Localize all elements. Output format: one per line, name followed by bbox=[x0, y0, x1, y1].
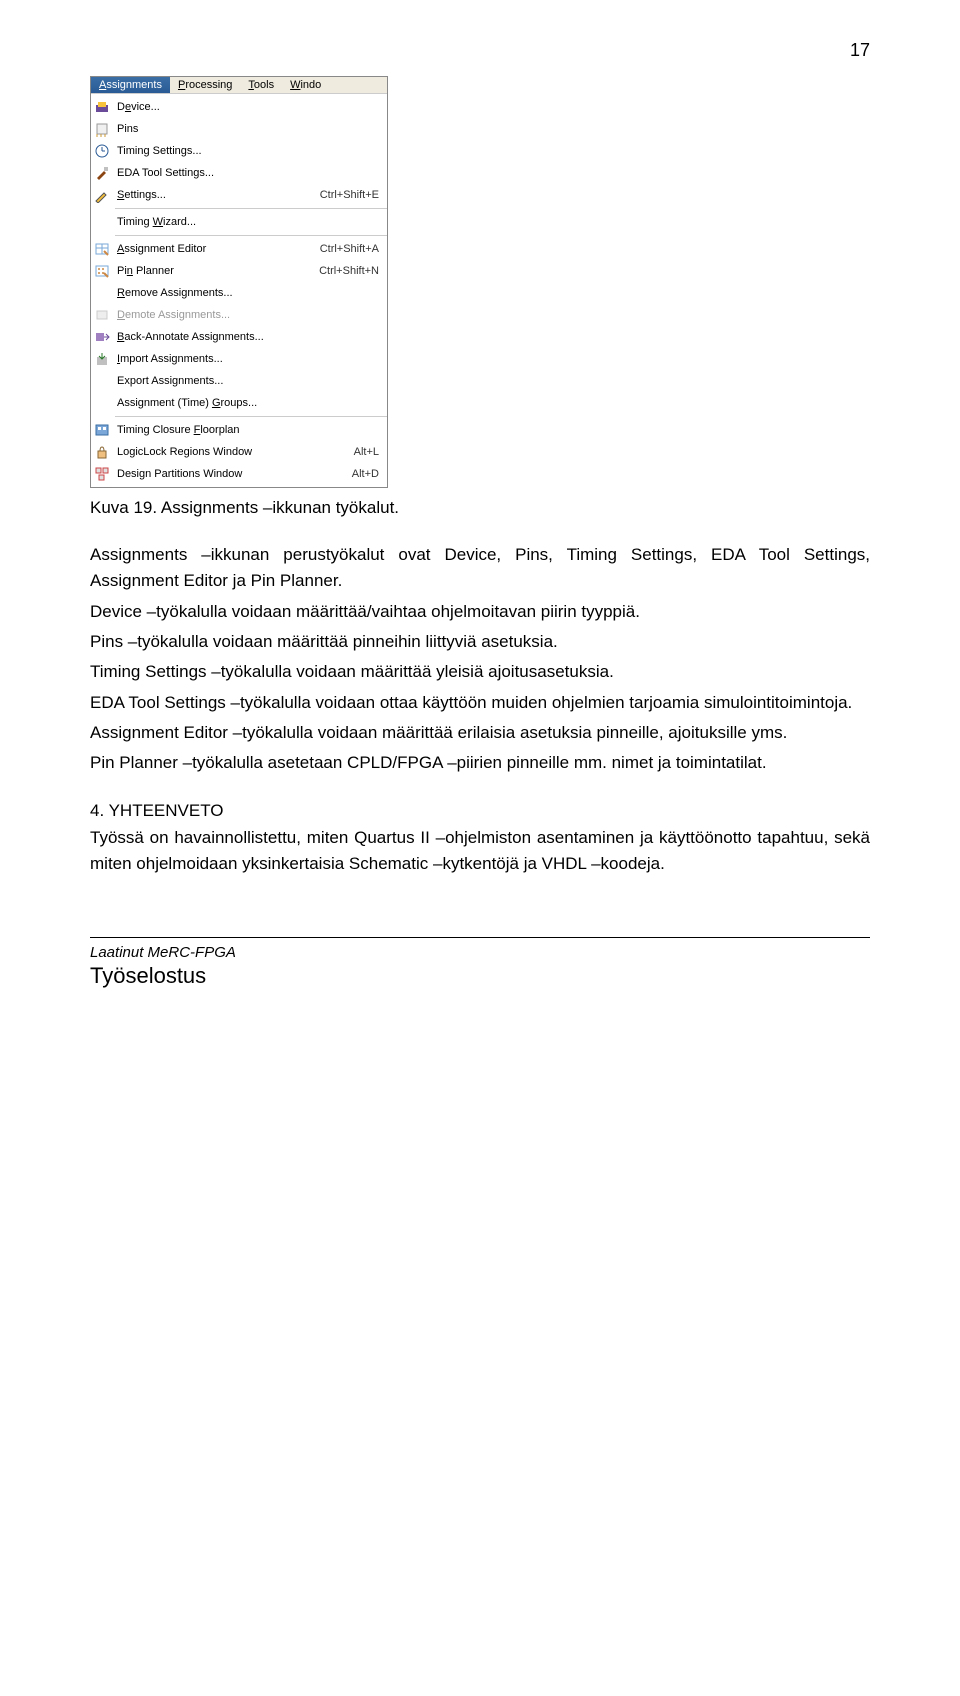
menu-label: LogicLock Regions Window bbox=[117, 446, 348, 458]
pins-icon bbox=[93, 121, 111, 137]
menu-shortcut: Ctrl+Shift+A bbox=[320, 243, 383, 255]
import-icon bbox=[93, 351, 111, 367]
grid-icon bbox=[93, 263, 111, 279]
menu-label: Assignment Editor bbox=[117, 243, 314, 255]
paragraph: Device –työkalulla voidaan määrittää/vai… bbox=[90, 599, 870, 625]
back-annotate-icon bbox=[93, 329, 111, 345]
assignments-menu-screenshot: Assignments Processing Tools Windo Devic… bbox=[90, 76, 388, 488]
menu-assignment-editor[interactable]: Assignment Editor Ctrl+Shift+A bbox=[91, 238, 387, 260]
menubar: Assignments Processing Tools Windo bbox=[91, 77, 387, 94]
menu-label: Demote Assignments... bbox=[117, 309, 383, 321]
menu-pin-planner[interactable]: Pin Planner Ctrl+Shift+N bbox=[91, 260, 387, 282]
menu-label: Pins bbox=[117, 123, 383, 135]
blank-icon bbox=[93, 214, 111, 230]
menu-label: Design Partitions Window bbox=[117, 468, 346, 480]
tool-icon bbox=[93, 165, 111, 181]
menubar-assignments[interactable]: Assignments bbox=[91, 77, 170, 93]
menu-label: EDA Tool Settings... bbox=[117, 167, 383, 179]
menu-label: Export Assignments... bbox=[117, 375, 383, 387]
partition-icon bbox=[93, 466, 111, 482]
menu-label: Timing Closure Floorplan bbox=[117, 424, 383, 436]
menu-export-assignments[interactable]: Export Assignments... bbox=[91, 370, 387, 392]
section-title: 4. YHTEENVETO bbox=[90, 801, 870, 821]
paragraph: Assignment Editor –työkalulla voidaan mä… bbox=[90, 720, 870, 746]
device-icon bbox=[93, 99, 111, 115]
body-text: Assignments –ikkunan perustyökalut ovat … bbox=[90, 542, 870, 777]
menu-shortcut: Ctrl+Shift+N bbox=[319, 265, 383, 277]
footer-title: Työselostus bbox=[90, 963, 870, 989]
menu-logiclock[interactable]: LogicLock Regions Window Alt+L bbox=[91, 441, 387, 463]
footer: Laatinut MeRC-FPGA Työselostus bbox=[90, 937, 870, 989]
page-number: 17 bbox=[90, 40, 870, 61]
menu-label: Back-Annotate Assignments... bbox=[117, 331, 383, 343]
menu-separator bbox=[115, 208, 387, 209]
menu-device[interactable]: Device... bbox=[91, 96, 387, 118]
paragraph: Timing Settings –työkalulla voidaan määr… bbox=[90, 659, 870, 685]
paragraph: Pin Planner –työkalulla asetetaan CPLD/F… bbox=[90, 750, 870, 776]
menu-pins[interactable]: Pins bbox=[91, 118, 387, 140]
menu-label: Remove Assignments... bbox=[117, 287, 383, 299]
menu-label: Timing Wizard... bbox=[117, 216, 383, 228]
menu-label: Import Assignments... bbox=[117, 353, 383, 365]
menu-remove-assignments[interactable]: Remove Assignments... bbox=[91, 282, 387, 304]
menu-label: Assignment (Time) Groups... bbox=[117, 397, 383, 409]
menu-label: Timing Settings... bbox=[117, 145, 383, 157]
menu-design-partitions[interactable]: Design Partitions Window Alt+D bbox=[91, 463, 387, 485]
menu-shortcut: Ctrl+Shift+E bbox=[320, 189, 383, 201]
menu-shortcut: Alt+L bbox=[354, 446, 383, 458]
paragraph: Assignments –ikkunan perustyökalut ovat … bbox=[90, 542, 870, 595]
menu-separator bbox=[115, 416, 387, 417]
paragraph: EDA Tool Settings –työkalulla voidaan ot… bbox=[90, 690, 870, 716]
blank-icon bbox=[93, 285, 111, 301]
menu-label: Pin Planner bbox=[117, 265, 313, 277]
summary-text: Työssä on havainnollistettu, miten Quart… bbox=[90, 825, 870, 878]
menu-eda-tool[interactable]: EDA Tool Settings... bbox=[91, 162, 387, 184]
menubar-window[interactable]: Windo bbox=[282, 77, 329, 93]
menu-timing-closure[interactable]: Timing Closure Floorplan bbox=[91, 419, 387, 441]
menu-settings[interactable]: Settings... Ctrl+Shift+E bbox=[91, 184, 387, 206]
menubar-tools[interactable]: Tools bbox=[240, 77, 282, 93]
paragraph: Pins –työkalulla voidaan määrittää pinne… bbox=[90, 629, 870, 655]
lock-icon bbox=[93, 444, 111, 460]
figure-caption: Kuva 19. Assignments –ikkunan työkalut. bbox=[90, 498, 870, 518]
menu-shortcut: Alt+D bbox=[352, 468, 383, 480]
paragraph: Työssä on havainnollistettu, miten Quart… bbox=[90, 825, 870, 878]
assignments-dropdown: Device... Pins Timing Settings... EDA To… bbox=[91, 94, 387, 487]
menubar-processing[interactable]: Processing bbox=[170, 77, 240, 93]
menu-label: Settings... bbox=[117, 189, 314, 201]
menu-assignment-groups[interactable]: Assignment (Time) Groups... bbox=[91, 392, 387, 414]
footer-author: Laatinut MeRC-FPGA bbox=[90, 944, 870, 961]
menu-timing-settings[interactable]: Timing Settings... bbox=[91, 140, 387, 162]
menu-back-annotate[interactable]: Back-Annotate Assignments... bbox=[91, 326, 387, 348]
clock-icon bbox=[93, 143, 111, 159]
menu-import-assignments[interactable]: Import Assignments... bbox=[91, 348, 387, 370]
blank-icon bbox=[93, 395, 111, 411]
grid-icon bbox=[93, 241, 111, 257]
floorplan-icon bbox=[93, 422, 111, 438]
menu-demote-assignments: Demote Assignments... bbox=[91, 304, 387, 326]
menu-timing-wizard[interactable]: Timing Wizard... bbox=[91, 211, 387, 233]
demote-icon bbox=[93, 307, 111, 323]
menu-separator bbox=[115, 235, 387, 236]
pencil-icon bbox=[93, 187, 111, 203]
menu-label: Device... bbox=[117, 101, 383, 113]
blank-icon bbox=[93, 373, 111, 389]
